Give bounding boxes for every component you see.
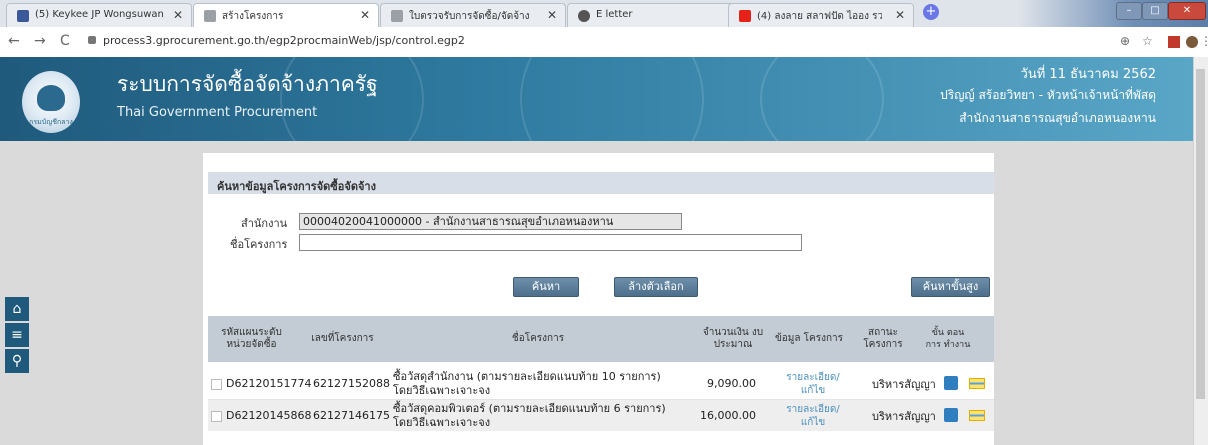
panel-title-bar: ค้นหาข้อมูลโครงการจัดซื้อจัดจ้าง bbox=[208, 172, 994, 194]
workflow-step-icon[interactable] bbox=[969, 410, 985, 421]
detail-edit-link[interactable]: รายละเอียด/ แก้ไข bbox=[778, 400, 848, 431]
tab-title: E letter bbox=[596, 9, 633, 20]
project-name: ซื้อวัสดุคอมพิวเตอร์ (ตามรายละเอียดแนบท้… bbox=[393, 400, 693, 431]
window-title-area: – □ ✕ bbox=[1018, 0, 1208, 27]
close-icon[interactable]: ✕ bbox=[173, 8, 183, 22]
browser-tab-strip: (5) Keykee JP Wongsuwan ✕ สร้างโครงการ ✕… bbox=[0, 0, 1208, 27]
project-name-line2: โดยวิธีเฉพาะเจาะจง bbox=[393, 383, 491, 397]
system-subtitle: Thai Government Procurement bbox=[117, 105, 318, 120]
current-date: วันที่ 11 ธันวาคม 2562 bbox=[1020, 67, 1156, 82]
ornament bbox=[520, 57, 704, 141]
results-table-header: รหัสแผนระดับ หน่วยจัดซื้อ เลขที่โครงการ … bbox=[208, 316, 994, 362]
project-no: 62127146175 bbox=[313, 409, 390, 422]
project-name-label: ชื่อโครงการ bbox=[230, 238, 288, 251]
project-name-line1: ซื้อวัสดุคอมพิวเตอร์ (ตามรายละเอียดแนบท้… bbox=[393, 401, 666, 415]
project-no: 62127152088 bbox=[313, 377, 390, 390]
col-budget: จำนวนเงิน งบประมาณ bbox=[702, 327, 764, 350]
page-icon bbox=[391, 10, 403, 22]
table-row: D62120145868 62127146175 ซื้อวัสดุคอมพิว… bbox=[208, 400, 994, 431]
system-title: ระบบการจัดซื้อจัดจ้างภาครัฐ bbox=[117, 72, 378, 96]
forward-icon[interactable]: → bbox=[34, 33, 46, 49]
col-plan-code: รหัสแผนระดับ หน่วยจัดซื้อ bbox=[221, 327, 282, 350]
search-button[interactable]: ค้นหา bbox=[513, 277, 579, 297]
menu-dots-icon[interactable]: ⋮ bbox=[1200, 34, 1208, 48]
tab-title: สร้างโครงการ bbox=[222, 11, 284, 22]
document-icon[interactable] bbox=[944, 376, 958, 390]
search-panel: ค้นหาข้อมูลโครงการจัดซื้อจัดจ้าง สำนักงา… bbox=[203, 153, 994, 445]
address-bar: ← → C process3.gprocurement.go.th/egp2pr… bbox=[0, 27, 1208, 58]
url-field[interactable]: process3.gprocurement.go.th/egp2procmain… bbox=[103, 34, 465, 47]
plan-code: D62120145868 bbox=[226, 409, 312, 422]
tab-title: (4) ลงลาย สลาฟปัด ไออง รวมพล bbox=[757, 11, 882, 22]
globe-icon bbox=[578, 10, 590, 22]
edit-link-text[interactable]: แก้ไข bbox=[801, 416, 825, 429]
home-icon[interactable]: ⌂ bbox=[5, 297, 29, 321]
row-checkbox[interactable] bbox=[211, 411, 222, 422]
maximize-button[interactable]: □ bbox=[1142, 2, 1168, 20]
row-checkbox[interactable] bbox=[211, 379, 222, 390]
minimize-button[interactable]: – bbox=[1116, 2, 1142, 20]
project-status: บริหารสัญญา bbox=[872, 377, 936, 391]
close-icon[interactable]: ✕ bbox=[895, 8, 905, 22]
user-office: สำนักงานสาธารณสุขอำเภอหนองหาน bbox=[959, 111, 1156, 125]
bookmark-star-icon[interactable]: ☆ bbox=[1142, 34, 1153, 48]
clear-selection-button[interactable]: ล้างตัวเลือก bbox=[614, 277, 698, 297]
youtube-icon bbox=[739, 10, 751, 22]
extension-icon[interactable] bbox=[1168, 36, 1180, 48]
profile-avatar[interactable] bbox=[1186, 36, 1198, 48]
garuda-icon bbox=[37, 85, 65, 111]
detail-edit-link[interactable]: รายละเอียด/ แก้ไข bbox=[778, 368, 848, 399]
project-name-input[interactable] bbox=[299, 234, 802, 251]
menu-icon[interactable]: ≡ bbox=[5, 323, 29, 347]
table-row: D62120151774 62127152088 ซื้อวัสดุสำนักง… bbox=[208, 368, 994, 400]
browser-tab[interactable]: ใบตรวจรับการจัดซื้อ/จัดจ้าง ✕ bbox=[380, 3, 566, 27]
col-project-name: ชื่อโครงการ bbox=[511, 333, 565, 344]
col-work-step: ขั้น ตอน การ ทำงาน bbox=[925, 328, 971, 350]
edit-link-text[interactable]: แก้ไข bbox=[801, 384, 825, 397]
budget: 9,090.00 bbox=[707, 377, 756, 390]
reload-icon[interactable]: C bbox=[60, 33, 70, 49]
browser-tab[interactable]: (4) ลงลาย สลาฟปัด ไออง รวมพล ✕ bbox=[728, 3, 914, 27]
lock-icon bbox=[88, 36, 96, 44]
document-icon[interactable] bbox=[944, 408, 958, 422]
workflow-step-icon[interactable] bbox=[969, 378, 985, 389]
zoom-icon[interactable]: ⊕ bbox=[1120, 34, 1130, 48]
scrollbar-thumb[interactable] bbox=[1196, 69, 1205, 399]
budget: 16,000.00 bbox=[700, 409, 756, 422]
office-label: สำนักงาน bbox=[241, 217, 288, 230]
office-field[interactable]: 00004020041000000 - สำนักงานสาธารณสุขอำเ… bbox=[299, 213, 682, 230]
window-close-button[interactable]: ✕ bbox=[1168, 2, 1206, 20]
panel-title: ค้นหาข้อมูลโครงการจัดซื้อจัดจ้าง bbox=[217, 180, 376, 193]
project-status: บริหารสัญญา bbox=[872, 409, 936, 423]
site-header: กรมบัญชีกลาง ระบบการจัดซื้อจัดจ้างภาครัฐ… bbox=[0, 57, 1208, 141]
tab-title: (5) Keykee JP Wongsuwan bbox=[35, 9, 164, 20]
col-project-no: เลขที่โครงการ bbox=[311, 333, 374, 344]
col-project-status: สถานะ โครงการ bbox=[863, 327, 903, 350]
user-name-role: ปริญญ์ สร้อยวิทยา - หัวหน้าเจ้าหน้าที่พั… bbox=[940, 88, 1156, 102]
emblem-caption: กรมบัญชีกลาง bbox=[29, 118, 73, 126]
detail-link-text[interactable]: รายละเอียด/ bbox=[786, 403, 840, 416]
facebook-icon bbox=[17, 10, 29, 22]
page-scrollbar[interactable] bbox=[1193, 57, 1208, 445]
col-project-info: ข้อมูล โครงการ bbox=[774, 333, 844, 344]
search-icon[interactable]: ⚲ bbox=[5, 349, 29, 373]
browser-tab[interactable]: E letter ✕ bbox=[567, 3, 753, 27]
project-name: ซื้อวัสดุสำนักงาน (ตามรายละเอียดแนบท้าย … bbox=[393, 368, 693, 399]
close-icon[interactable]: ✕ bbox=[547, 8, 557, 22]
project-name-line1: ซื้อวัสดุสำนักงาน (ตามรายละเอียดแนบท้าย … bbox=[393, 369, 661, 383]
plan-code: D62120151774 bbox=[226, 377, 312, 390]
detail-link-text[interactable]: รายละเอียด/ bbox=[786, 371, 840, 384]
project-name-line2: โดยวิธีเฉพาะเจาะจง bbox=[393, 415, 491, 429]
advanced-search-button[interactable]: ค้นหาขั้นสูง bbox=[911, 277, 990, 297]
browser-tab-active[interactable]: สร้างโครงการ ✕ bbox=[193, 3, 379, 27]
close-icon[interactable]: ✕ bbox=[360, 8, 370, 22]
tab-title: ใบตรวจรับการจัดซื้อ/จัดจ้าง bbox=[409, 11, 530, 22]
ornament bbox=[760, 57, 884, 141]
back-icon[interactable]: ← bbox=[8, 33, 20, 49]
garuda-emblem-logo: กรมบัญชีกลาง bbox=[22, 71, 80, 133]
page-icon bbox=[204, 10, 216, 22]
new-tab-button[interactable]: + bbox=[923, 4, 939, 20]
browser-tab[interactable]: (5) Keykee JP Wongsuwan ✕ bbox=[6, 3, 192, 27]
